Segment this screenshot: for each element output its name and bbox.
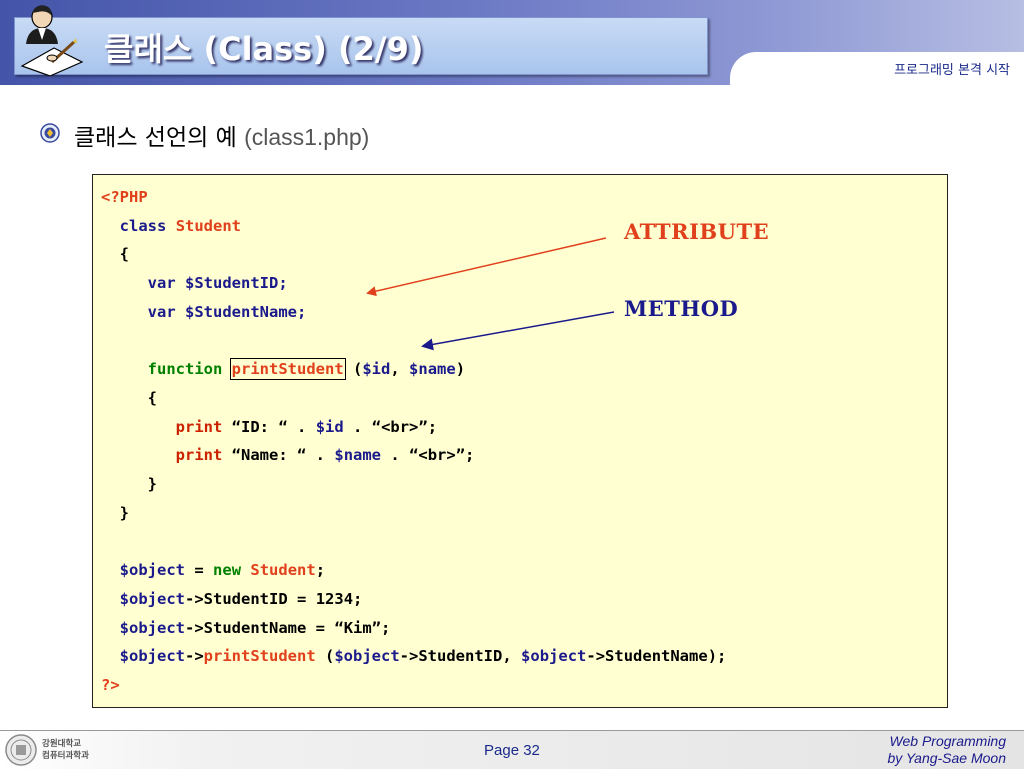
annotation-arrows xyxy=(366,237,615,351)
university-seal-icon xyxy=(5,734,37,766)
university-name: 강원대학교 컴퓨터과학과 xyxy=(42,738,89,762)
page-number: Page 32 xyxy=(484,742,540,759)
method-arrow xyxy=(421,311,615,351)
course-credit: Web Programming by Yang-Sae Moon xyxy=(887,733,1006,767)
attribute-label: ATTRIBUTE xyxy=(624,219,770,244)
footer-bar: 강원대학교 컴퓨터과학과 Page 32 Web Programming by … xyxy=(0,730,1024,769)
university-line2: 컴퓨터과학과 xyxy=(42,751,89,761)
course-title: Web Programming xyxy=(889,733,1006,749)
attribute-arrow xyxy=(366,237,607,297)
university-line1: 강원대학교 xyxy=(42,739,82,749)
method-label: METHOD xyxy=(624,296,739,321)
course-author: by Yang-Sae Moon xyxy=(887,750,1006,766)
